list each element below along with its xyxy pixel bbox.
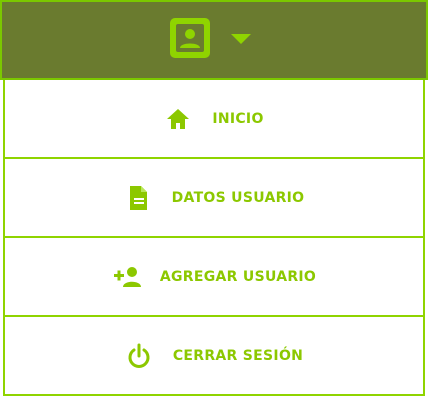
menu-item-datos-usuario[interactable]: DATOS USUARIO [3,159,425,238]
menu-item-label: CERRAR SESIÓN [172,347,304,364]
document-icon [124,184,156,212]
menu-header [0,0,428,80]
add-user-icon [112,263,144,291]
user-avatar-button[interactable] [170,18,210,58]
menu-item-label: DATOS USUARIO [171,189,305,206]
home-icon [164,105,196,133]
menu-item-cerrar-sesion[interactable]: CERRAR SESIÓN [3,317,425,396]
user-dropdown-menu: INICIO DATOS USUARIO AGREGAR USUARIO CER… [0,0,428,400]
menu-item-label: INICIO [212,110,264,127]
menu-item-agregar-usuario[interactable]: AGREGAR USUARIO [3,238,425,317]
chevron-down-icon[interactable] [231,34,251,44]
menu-item-label: AGREGAR USUARIO [159,268,317,285]
user-avatar-icon [176,24,204,52]
power-icon [125,342,157,370]
menu-item-inicio[interactable]: INICIO [3,80,425,159]
